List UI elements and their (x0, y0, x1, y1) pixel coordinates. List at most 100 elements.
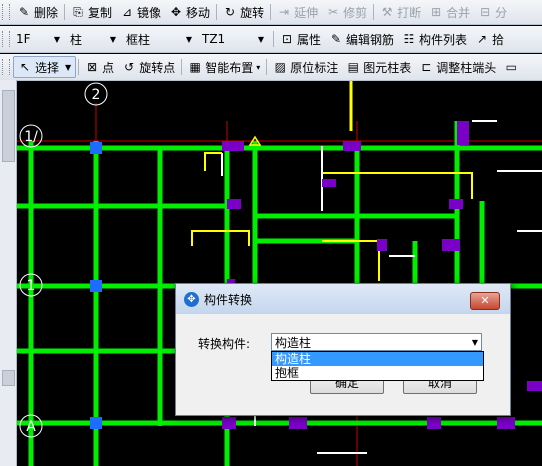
select-button[interactable]: ↖ 选择 ▼ (13, 56, 77, 78)
category-select[interactable]: 柱 ▼ (67, 30, 119, 48)
axis-label: 1 (27, 278, 36, 294)
toolbar-button[interactable]: ⊡ 属性 (276, 29, 325, 49)
component-select[interactable]: TZ1 ▼ (199, 30, 267, 48)
draw-toolbar: ↖ 选择 ▼ ⊠ 点 ↺ 旋转点 ▦ 智能布置 ▾ ▨ 原位标注 ▤ 图元柱表 ⊏ 调整柱端头 ▭ (0, 54, 542, 81)
toolbar-button-label: 复制 (88, 5, 113, 20)
chevron-down-icon[interactable]: ▼ (65, 63, 71, 72)
floor-select-value: 1F (16, 32, 31, 46)
column (289, 417, 307, 429)
scrollbar-thumb[interactable] (2, 90, 15, 162)
toolbar-button[interactable]: ▨ 原位标注 (269, 57, 342, 77)
toolbar-button[interactable]: ⊠ 点 (81, 57, 118, 77)
toolbar-button[interactable]: ✎ 编辑钢筋 (325, 29, 398, 49)
left-side-panel (0, 80, 17, 466)
toolbar-icon: ⚒ (381, 5, 393, 19)
column (457, 121, 469, 145)
toolbar-icon: ▤ (347, 60, 359, 74)
convert-component-select[interactable]: 构造柱 ▼ (271, 333, 482, 351)
toolbar-icon: ▦ (189, 60, 201, 74)
toolbar-button[interactable]: ⎘ 复制 (67, 2, 116, 22)
convert-component-dialog: ✥ 构件转换 ✕ 转换构件: 构造柱 ▼ 确定 取消 构造柱 抱框 (175, 283, 511, 416)
toolbar-grip[interactable] (2, 59, 10, 75)
column (377, 239, 387, 251)
separator (181, 59, 183, 75)
chevron-down-icon: ▼ (53, 34, 60, 44)
toolbar-button-label: 旋转点 (139, 60, 176, 75)
toolbar-button[interactable]: ▭ (500, 57, 525, 77)
toolbar-button[interactable]: ↻ 旋转 (219, 2, 268, 22)
separator (270, 4, 272, 20)
toolbar-icon: ↺ (124, 60, 135, 74)
toolbar-button[interactable]: ⇥ 延伸 (273, 2, 322, 22)
toolbar-button-label: 属性 (297, 32, 322, 47)
app-icon: ✥ (184, 291, 199, 307)
column (442, 239, 460, 251)
column (449, 199, 463, 209)
column (427, 417, 441, 429)
axis-label: A (26, 419, 36, 435)
type-select-value: 框柱 (126, 32, 151, 47)
toolbar-button[interactable]: ✎ 删除 (13, 2, 62, 22)
separator (78, 59, 80, 75)
convert-component-label: 转换构件: (198, 337, 251, 351)
component-toolbar: 1F ▼ 柱 ▼ 框柱 ▼ TZ1 ▼ ⊡ 属性 ✎ 编辑钢筋 ☷ 构件列表 ↗ 拾 (0, 26, 542, 53)
toolbar-icon: ⇥ (279, 5, 290, 19)
category-select-value: 柱 (70, 32, 83, 47)
toolbar-button[interactable]: ⊞ 合并 (425, 2, 474, 22)
toolbar-button-label: 构件列表 (419, 32, 468, 47)
toolbar-button[interactable]: ⚒ 打断 (376, 2, 425, 22)
floor-select[interactable]: 1F ▼ (13, 30, 63, 48)
toolbar-button[interactable]: ✥ 移动 (165, 2, 214, 22)
toolbar-button-label: 调整柱端头 (436, 60, 497, 75)
chevron-down-icon: ▼ (109, 34, 116, 44)
blue-column (90, 417, 102, 429)
toolbar-button-label: 编辑钢筋 (346, 32, 395, 47)
column (343, 141, 361, 151)
chevron-down-icon: ▼ (471, 338, 478, 347)
toolbar-button-label: 拾 (492, 32, 505, 47)
toolbar-button-label: 移动 (186, 5, 211, 20)
column (222, 141, 244, 151)
separator (64, 4, 66, 20)
toolbar-button-label: 旋转 (240, 5, 265, 20)
select-button-label: 选择 (35, 60, 60, 75)
dropdown-option[interactable]: 构造柱 (272, 352, 483, 366)
toolbar-button[interactable]: ▦ 智能布置 ▾ (184, 57, 264, 77)
component-select-value: TZ1 (202, 32, 226, 46)
toolbar-icon: ↻ (225, 5, 236, 19)
blue-column (90, 280, 102, 292)
chevron-down-icon: ▾ (256, 62, 261, 72)
toolbar-icon: ▭ (505, 60, 517, 74)
toolbar-button-label: 智能布置 (205, 60, 254, 75)
toolbar-icon: ✂ (328, 5, 339, 19)
column (222, 417, 236, 429)
toolbar-icon: ⊠ (87, 60, 98, 74)
type-select[interactable]: 框柱 ▼ (123, 30, 195, 48)
toolbar-button-label: 删除 (34, 5, 59, 20)
toolbar-button-label: 原位标注 (290, 60, 339, 75)
toolbar-button[interactable]: ↺ 旋转点 (118, 57, 179, 77)
toolbar-button-label: 图元柱表 (363, 60, 412, 75)
dropdown-option[interactable]: 抱框 (272, 366, 483, 380)
chevron-down-icon: ▼ (185, 34, 192, 44)
toolbar-button[interactable]: ⊟ 分 (474, 2, 511, 22)
column (497, 417, 515, 429)
toolbar-button[interactable]: ✂ 修剪 (322, 2, 371, 22)
panel-close-icon[interactable] (2, 370, 15, 386)
toolbar-button[interactable]: ▤ 图元柱表 (342, 57, 415, 77)
toolbar-icon: ✥ (171, 5, 182, 19)
toolbar-button[interactable]: ⊏ 调整柱端头 (415, 57, 500, 77)
toolbar-button[interactable]: ↗ 拾 (471, 29, 508, 49)
toolbar-grip[interactable] (2, 31, 10, 47)
column (527, 381, 542, 391)
blue-column (90, 142, 102, 154)
toolbar-button[interactable]: ⊿ 镜像 (116, 2, 165, 22)
toolbar-button-label: 延伸 (294, 5, 319, 20)
toolbar-button[interactable]: ☷ 构件列表 (398, 29, 471, 49)
toolbar-grip[interactable] (2, 4, 10, 20)
toolbar-icon: ⊿ (122, 5, 133, 19)
edit-toolbar: ✎ 删除 ⎘ 复制 ⊿ 镜像 ✥ 移动 ↻ 旋转 ⇥ 延伸 ✂ 修剪 ⚒ 打断 ⊞ 合并 ⊟ 分 (0, 0, 542, 25)
close-button[interactable]: ✕ (470, 292, 500, 310)
toolbar-button-label: 镜像 (137, 5, 162, 20)
chevron-down-icon: ▼ (257, 34, 264, 44)
